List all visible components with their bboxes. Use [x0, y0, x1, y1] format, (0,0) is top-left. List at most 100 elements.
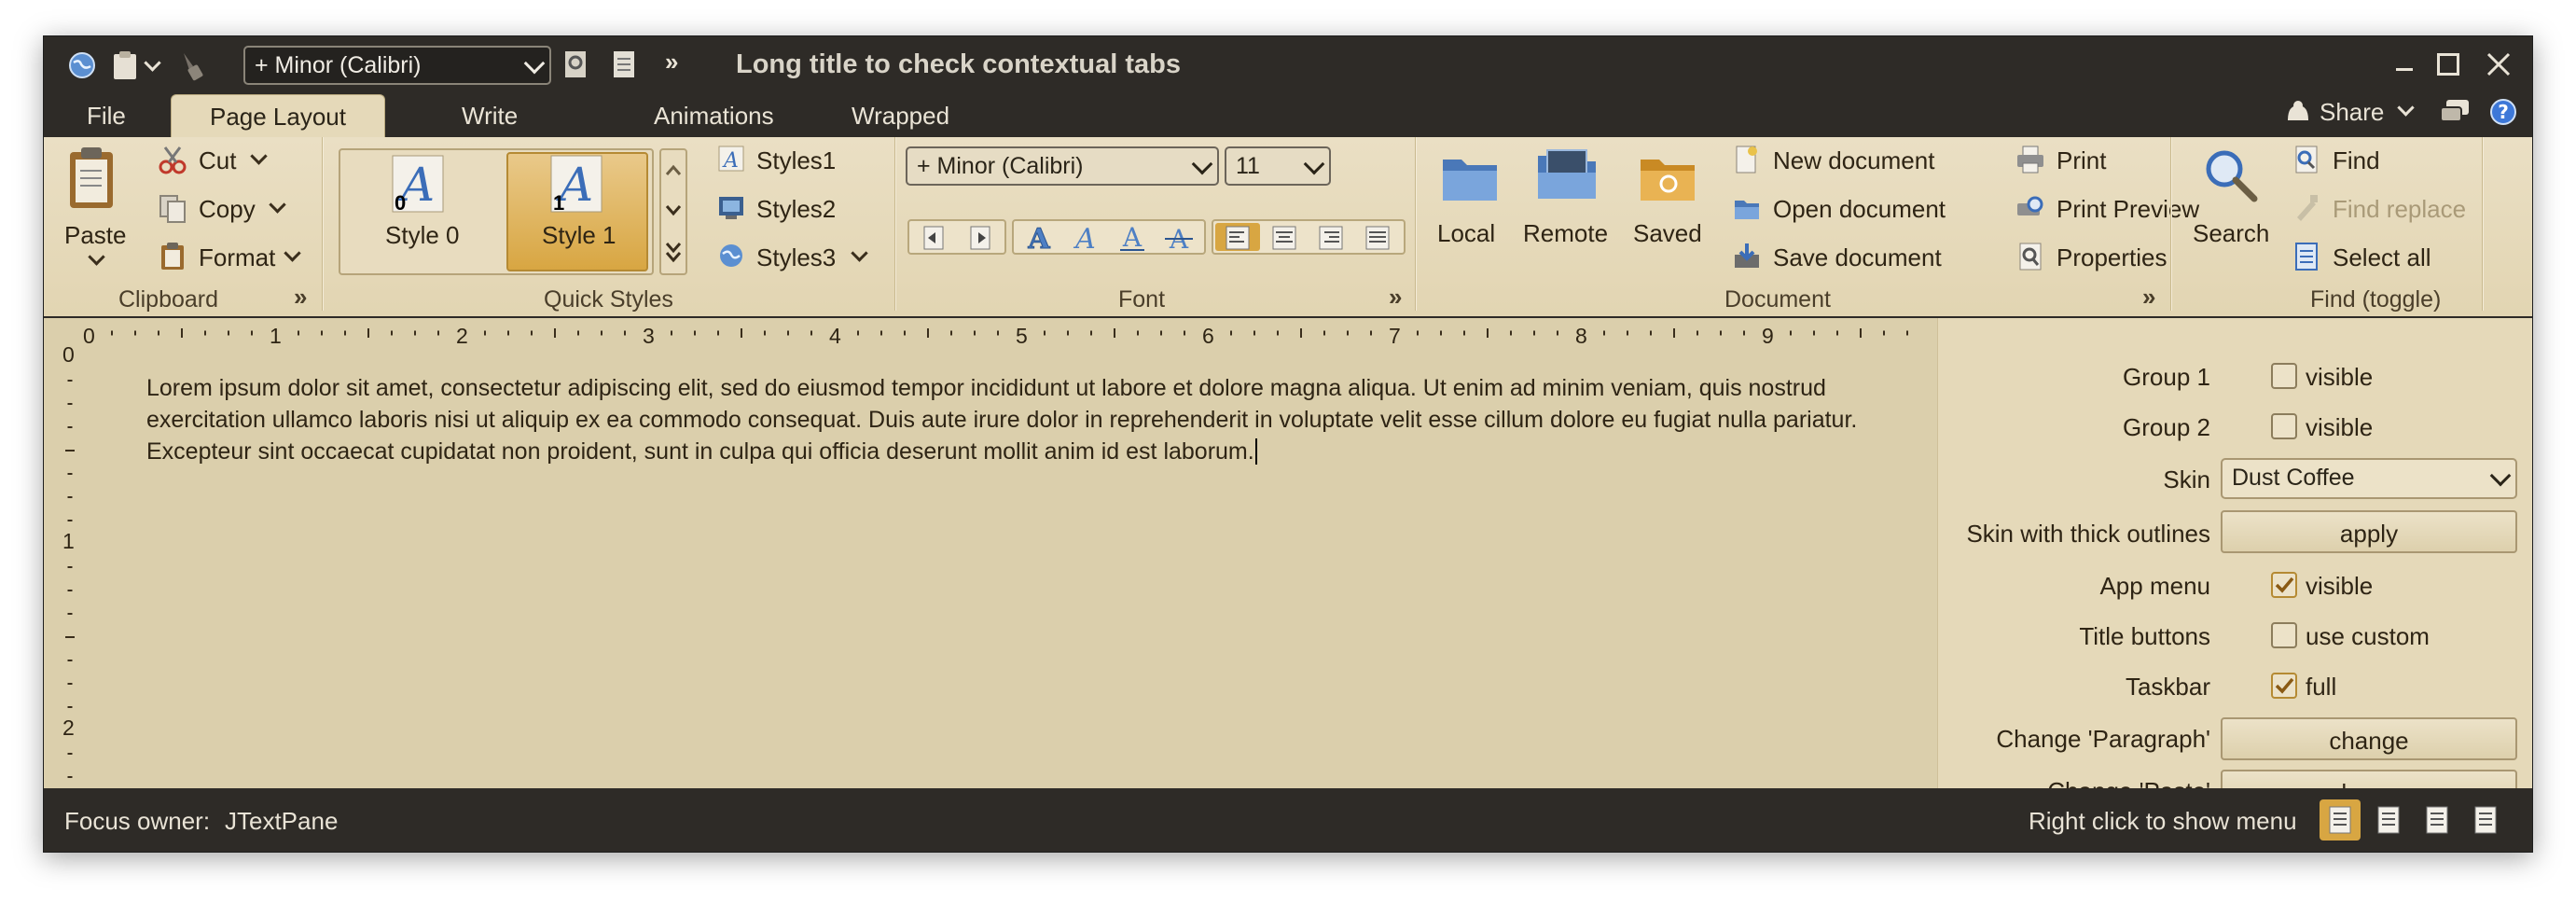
bold-icon[interactable]: A	[1019, 223, 1059, 253]
paste-icon[interactable]	[111, 49, 139, 81]
share-dropdown-icon[interactable]	[2397, 99, 2415, 117]
align-center-icon[interactable]	[1267, 225, 1301, 251]
remote-folder-icon[interactable]	[1534, 145, 1601, 208]
new-document-icon[interactable]	[1732, 145, 1760, 174]
paste-button[interactable]: Paste	[64, 221, 127, 250]
web-layout-view-icon[interactable]	[2424, 805, 2450, 835]
select-all-icon[interactable]	[2292, 242, 2321, 271]
tab-write[interactable]: Write	[445, 94, 534, 137]
taskbar-checkbox[interactable]	[2271, 673, 2297, 699]
copy-button[interactable]: Copy	[199, 195, 256, 224]
font-expand-icon[interactable]: »	[1389, 283, 1402, 312]
saved-button[interactable]: Saved	[1633, 219, 1702, 248]
messages-icon[interactable]	[2439, 98, 2471, 126]
styles1-icon[interactable]: A	[717, 145, 745, 173]
ruler-number: 2	[456, 324, 468, 348]
skin-select[interactable]: Dust Coffee	[2221, 458, 2517, 499]
group1-checkbox[interactable]	[2271, 363, 2297, 389]
properties-icon[interactable]	[2015, 242, 2045, 271]
maximize-button[interactable]	[2437, 53, 2459, 76]
select-all-button[interactable]: Select all	[2333, 243, 2431, 272]
title-buttons-checkbox[interactable]	[2271, 622, 2297, 648]
find-band-title: Find (toggle)	[2310, 286, 2442, 313]
apply-button[interactable]: apply	[2221, 510, 2517, 553]
open-document-button[interactable]: Open document	[1773, 195, 1946, 224]
paste-large-icon[interactable]	[66, 145, 118, 214]
local-folder-icon[interactable]	[1439, 148, 1503, 206]
saved-folder-icon[interactable]	[1637, 148, 1700, 206]
clipboard-expand-icon[interactable]: »	[294, 283, 307, 312]
align-left-icon[interactable]	[1221, 225, 1254, 251]
open-document-icon[interactable]	[1732, 193, 1762, 223]
help-icon[interactable]: ?	[2489, 98, 2517, 126]
paste-dropdown-icon[interactable]	[144, 54, 161, 72]
print-preview-icon[interactable]	[2015, 193, 2045, 223]
document-qa-icon[interactable]	[611, 49, 637, 79]
new-document-button[interactable]: New document	[1773, 146, 1934, 175]
decrease-indent-icon[interactable]	[915, 225, 952, 251]
align-right-icon[interactable]	[1314, 225, 1348, 251]
draft-view-icon[interactable]	[2472, 805, 2499, 835]
gallery-expand-icon[interactable]	[663, 234, 684, 271]
find-button[interactable]: Find	[2333, 146, 2380, 175]
strikethrough-icon[interactable]: A	[1159, 223, 1198, 253]
app-menu-checkbox[interactable]	[2271, 572, 2297, 598]
chevron-down-icon	[1303, 153, 1325, 175]
cut-button[interactable]: Cut	[199, 146, 236, 175]
format-brush-icon[interactable]	[180, 49, 204, 81]
share-button[interactable]: Share	[2320, 98, 2384, 127]
search-button[interactable]: Search	[2193, 219, 2269, 248]
copy-icon[interactable]	[158, 193, 187, 223]
tab-file[interactable]: File	[70, 94, 143, 137]
svg-text:A: A	[1027, 223, 1050, 253]
tab-animations[interactable]: Animations	[637, 94, 791, 137]
save-document-icon[interactable]	[1732, 242, 1762, 271]
ruler-number: 7	[1389, 324, 1401, 348]
document-text[interactable]: Lorem ipsum dolor sit amet, consectetur …	[146, 372, 1918, 467]
styles1-button[interactable]: Styles1	[756, 146, 836, 175]
print-preview-qa-icon[interactable]	[562, 49, 589, 79]
print-button[interactable]: Print	[2057, 146, 2106, 175]
increase-indent-icon[interactable]	[962, 225, 999, 251]
share-icon[interactable]	[2284, 98, 2312, 124]
styles3-button[interactable]: Styles3	[756, 243, 836, 272]
style1-button[interactable]: Style 1	[542, 221, 616, 250]
italic-icon[interactable]: A	[1066, 223, 1105, 253]
styles2-icon[interactable]	[717, 193, 745, 221]
format-button[interactable]: Format	[199, 243, 275, 272]
overflow-chevron-icon[interactable]: »	[665, 48, 678, 76]
title-font-combo[interactable]: + Minor (Calibri)	[243, 46, 551, 85]
styles3-icon[interactable]	[717, 242, 745, 270]
font-size-combo[interactable]: 11	[1225, 146, 1331, 186]
full-screen-view-icon[interactable]	[2375, 805, 2402, 835]
styles2-button[interactable]: Styles2	[756, 195, 836, 224]
gallery-down-icon[interactable]	[663, 193, 684, 227]
change-paragraph-button[interactable]: change	[2221, 717, 2517, 760]
app-menu-icon[interactable]	[68, 51, 96, 79]
close-button[interactable]	[2486, 51, 2512, 77]
cut-icon[interactable]	[158, 145, 187, 174]
properties-button[interactable]: Properties	[2057, 243, 2167, 272]
local-button[interactable]: Local	[1437, 219, 1495, 248]
format-icon[interactable]	[158, 242, 187, 271]
style0-button[interactable]: Style 0	[385, 221, 460, 250]
minimize-button[interactable]	[2396, 68, 2413, 71]
document-expand-icon[interactable]: »	[2142, 283, 2155, 312]
search-large-icon[interactable]	[2202, 146, 2260, 204]
save-document-button[interactable]: Save document	[1773, 243, 1942, 272]
ruler-number: 3	[643, 324, 655, 348]
tab-page-layout[interactable]: Page Layout	[171, 94, 385, 137]
group2-checkbox[interactable]	[2271, 413, 2297, 439]
font-family-combo[interactable]: + Minor (Calibri)	[906, 146, 1219, 186]
print-icon[interactable]	[2015, 145, 2045, 174]
gallery-up-icon[interactable]	[663, 154, 684, 188]
remote-button[interactable]: Remote	[1523, 219, 1608, 248]
align-justify-icon[interactable]	[1361, 225, 1394, 251]
print-preview-button[interactable]: Print Preview	[2057, 195, 2199, 224]
tab-wrapped[interactable]: Wrapped	[835, 94, 966, 137]
focus-owner-label: Focus owner:	[64, 807, 211, 835]
find-icon[interactable]	[2292, 145, 2321, 174]
print-layout-view-icon[interactable]	[2327, 805, 2353, 835]
underline-icon[interactable]: A	[1113, 223, 1152, 253]
ruler-number: 6	[1202, 324, 1214, 348]
